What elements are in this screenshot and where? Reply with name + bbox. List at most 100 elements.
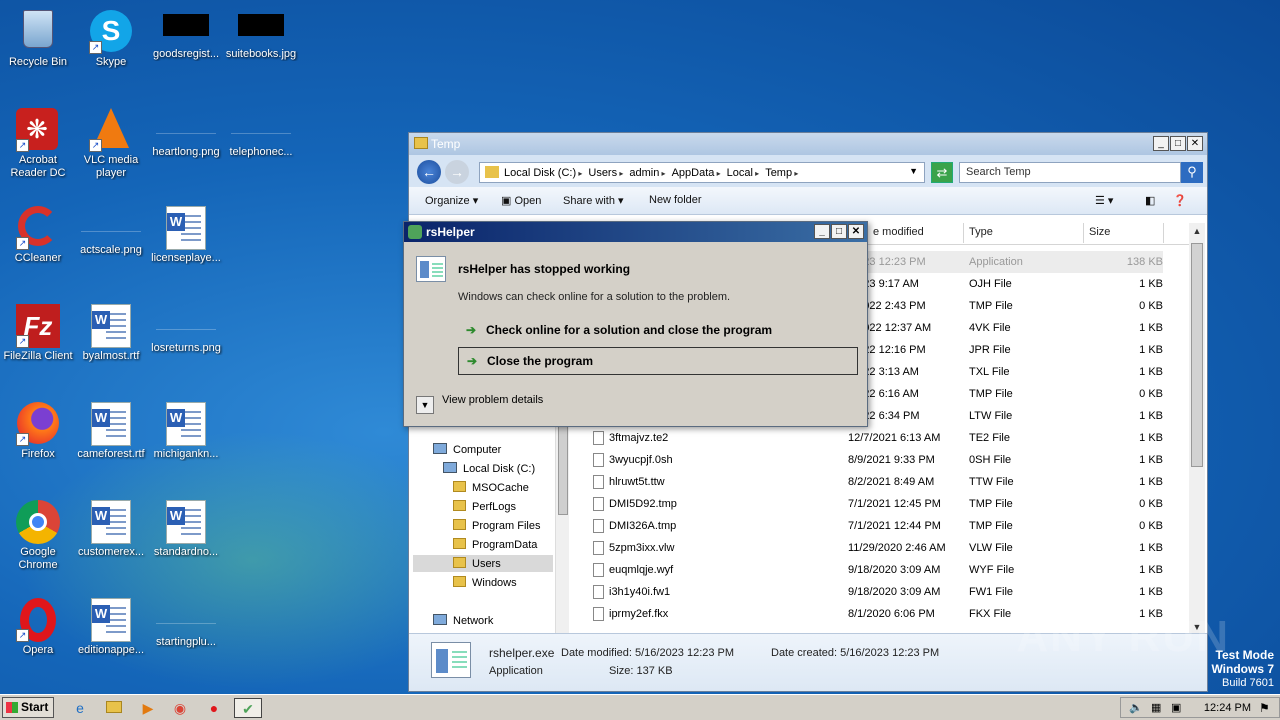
open-button[interactable]: ▣ Open	[501, 194, 541, 207]
breadcrumb-local-disk[interactable]: Local Disk (C:)	[504, 167, 582, 179]
file-name: 5zpm3ixx.vlw	[609, 542, 675, 554]
desktop-icon-suitebooks[interactable]: suitebooks.jpg	[223, 4, 299, 61]
file-row[interactable]: hlruwt5t.ttw 8/2/2021 8:49 AM TTW File 1 KB	[593, 471, 1163, 493]
desktop-icon-skype[interactable]: S ↗ Skype	[73, 4, 149, 69]
file-row[interactable]: euqmlqje.wyf 9/18/2020 3:09 AM WYF File 1 K…	[593, 559, 1163, 581]
file-list-scrollbar[interactable]: ▲ ▼	[1189, 223, 1205, 635]
desktop-icon-goodsregist[interactable]: goodsregist...	[148, 4, 224, 61]
file-row[interactable]: i3h1y40i.fw1 9/18/2020 3:09 AM FW1 File 1 K…	[593, 581, 1163, 603]
nav-programdata[interactable]: ProgramData	[453, 538, 537, 551]
chevron-down-icon[interactable]: ▼	[416, 396, 434, 414]
desktop-icon-losreturns[interactable]: losreturns.png	[148, 298, 224, 355]
network-tray-icon[interactable]: ▦	[1151, 701, 1161, 714]
back-button[interactable]: ←	[417, 160, 441, 184]
address-bar[interactable]: Local Disk (C:) Users admin AppData Loca…	[479, 162, 925, 183]
close-program-button[interactable]: ➔ Close the program	[458, 347, 858, 375]
desktop-icon-opera[interactable]: ↗ Opera	[0, 592, 76, 657]
file-row[interactable]: 3wyucpjf.0sh 8/9/2021 9:33 PM 0SH File 1 KB	[593, 449, 1163, 471]
image-thumbnail-icon	[238, 14, 284, 36]
media-player-icon[interactable]: ▶	[134, 698, 162, 718]
minimize-button[interactable]: _	[1153, 136, 1169, 151]
desktop-icon-licenseplaye[interactable]: W licenseplaye...	[148, 200, 224, 265]
search-input[interactable]: Search Temp	[959, 162, 1181, 183]
dialog-close-button[interactable]: ✕	[848, 224, 864, 239]
action-center-icon[interactable]: ▣	[1171, 701, 1181, 714]
desktop-icon-actscale[interactable]: actscale.png	[73, 200, 149, 257]
nav-users[interactable]: Users	[413, 555, 553, 572]
desktop-icon-customerex[interactable]: W customerex...	[73, 494, 149, 559]
volume-icon[interactable]: 🔈	[1129, 701, 1143, 714]
column-type[interactable]: Type	[969, 226, 993, 238]
start-button[interactable]: Start	[2, 697, 54, 718]
desktop-icon-byalmost[interactable]: W byalmost.rtf	[73, 298, 149, 363]
file-row[interactable]: 3ftmajvz.te2 12/7/2021 6:13 AM TE2 File 1 K…	[593, 427, 1163, 449]
desktop-icon-editionappe[interactable]: W editionappe...	[73, 592, 149, 657]
help-icon[interactable]: ❓	[1173, 194, 1187, 207]
file-row[interactable]: 5zpm3ixx.vlw 11/29/2020 2:46 AM VLW File 1 …	[593, 537, 1163, 559]
rshelper-taskbar-icon[interactable]: ✔	[234, 698, 262, 718]
nav-msocache[interactable]: MSOCache	[453, 481, 529, 494]
desktop-icon-cameforest[interactable]: W cameforest.rtf	[73, 396, 149, 461]
organize-menu[interactable]: Organize ▾	[425, 194, 478, 207]
column-date-modified[interactable]: e modified	[873, 226, 924, 238]
file-name: DMI326A.tmp	[609, 520, 677, 532]
desktop-icon-ccleaner[interactable]: ↗ CCleaner	[0, 200, 76, 265]
scroll-thumb[interactable]	[1191, 243, 1203, 467]
dialog-maximize-button[interactable]: □	[831, 224, 847, 239]
column-size[interactable]: Size	[1089, 226, 1110, 238]
view-problem-details[interactable]: ▼ View problem details	[416, 394, 543, 414]
maximize-button[interactable]: □	[1170, 136, 1186, 151]
nav-computer[interactable]: Computer	[433, 443, 501, 456]
refresh-button[interactable]: ⇄	[931, 162, 953, 183]
opera-taskbar-icon[interactable]: ●	[200, 698, 228, 718]
desktop-icon-filezilla[interactable]: Fz ↗ FileZilla Client	[0, 298, 76, 363]
breadcrumb-temp[interactable]: Temp	[765, 167, 798, 179]
image-thumbnail-icon	[231, 112, 291, 134]
nav-windows[interactable]: Windows	[453, 576, 517, 589]
desktop-icon-firefox[interactable]: ↗ Firefox	[0, 396, 76, 461]
breadcrumb-appdata[interactable]: AppData	[672, 167, 721, 179]
address-dropdown-icon[interactable]: ▼	[909, 166, 918, 176]
dialog-titlebar[interactable]: rsHelper _ □ ✕	[404, 222, 867, 242]
desktop-icon-chrome[interactable]: Google Chrome	[0, 494, 76, 572]
desktop-icon-acrobat[interactable]: ❋ ↗ Acrobat Reader DC	[0, 102, 76, 180]
dialog-minimize-button[interactable]: _	[814, 224, 830, 239]
desktop-icon-michigankn[interactable]: W michigankn...	[148, 396, 224, 461]
clock[interactable]: 12:24 PM	[1204, 702, 1251, 714]
preview-pane-icon[interactable]: ◧	[1145, 194, 1155, 207]
nav-local-disk[interactable]: Local Disk (C:)	[443, 462, 535, 475]
close-button[interactable]: ✕	[1187, 136, 1203, 151]
desktop-icon-recycle-bin[interactable]: Recycle Bin	[0, 4, 76, 69]
new-folder-button[interactable]: New folder	[649, 194, 702, 206]
file-size: 1 KB	[1139, 542, 1163, 554]
breadcrumb-admin[interactable]: admin	[629, 167, 665, 179]
desktop-icon-startingplu[interactable]: startingplu...	[148, 592, 224, 649]
check-online-button[interactable]: ➔ Check online for a solution and close …	[458, 317, 858, 345]
flag-icon[interactable]: ⚑	[1259, 701, 1273, 715]
forward-button[interactable]: →	[445, 160, 469, 184]
scroll-up-icon[interactable]: ▲	[1189, 223, 1205, 239]
desktop-icon-standardno[interactable]: W standardno...	[148, 494, 224, 559]
file-icon	[593, 519, 604, 533]
nav-network[interactable]: Network	[433, 614, 493, 627]
search-icon[interactable]: ⚲	[1181, 162, 1203, 183]
explorer-taskbar-icon[interactable]	[100, 698, 128, 718]
file-row[interactable]: DMI5D92.tmp 7/1/2021 12:45 PM TMP File 0 KB	[593, 493, 1163, 515]
ie-icon[interactable]: e	[66, 698, 94, 718]
desktop-icon-telephonec[interactable]: telephonec...	[223, 102, 299, 159]
file-row[interactable]: DMI326A.tmp 7/1/2021 12:44 PM TMP File 0 KB	[593, 515, 1163, 537]
nav-program-files[interactable]: Program Files	[453, 519, 540, 532]
nav-perflogs[interactable]: PerfLogs	[453, 500, 516, 513]
word-document-icon: W	[91, 500, 131, 544]
view-options-icon[interactable]: ☰ ▾	[1095, 194, 1113, 207]
chrome-taskbar-icon[interactable]: ◉	[166, 698, 194, 718]
explorer-titlebar[interactable]: Temp _ □ ✕	[409, 133, 1207, 155]
share-with-menu[interactable]: Share with ▾	[563, 194, 624, 207]
breadcrumb-local[interactable]: Local	[727, 167, 760, 179]
desktop-icon-heartlong[interactable]: heartlong.png	[148, 102, 224, 159]
breadcrumb-users[interactable]: Users	[588, 167, 623, 179]
vlc-icon: ↗	[89, 108, 133, 152]
command-bar: Organize ▾ ▣ Open Share with ▾ New folde…	[409, 187, 1207, 215]
error-dialog[interactable]: rsHelper _ □ ✕ rsHelper has stopped work…	[403, 221, 868, 427]
desktop-icon-vlc[interactable]: ↗ VLC media player	[73, 102, 149, 180]
